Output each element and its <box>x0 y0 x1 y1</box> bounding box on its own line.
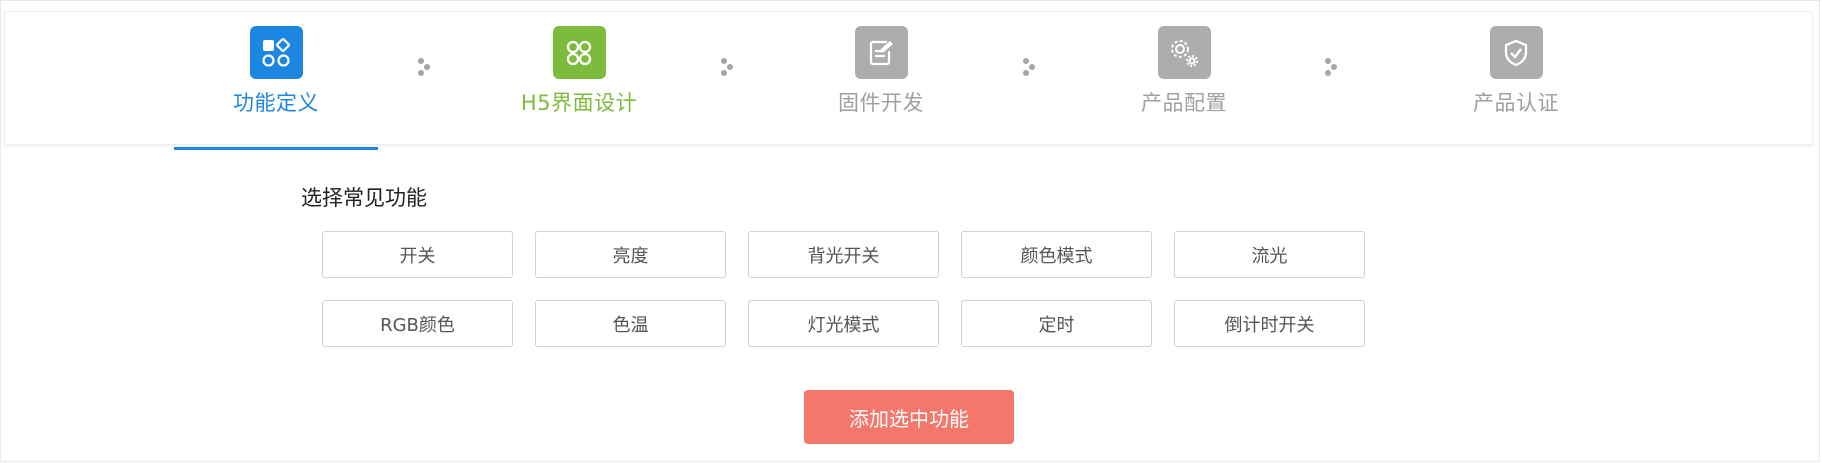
step-separator <box>1023 56 1037 78</box>
step-h5-ui-design[interactable]: H5界面设计 <box>479 26 679 136</box>
clover-icon <box>552 26 606 79</box>
page-frame: 功能定义 H5界面设计 固件开发 产品配置 产品认证 选择常见功能 开关 亮度 … <box>0 0 1820 462</box>
notepad-edit-icon <box>854 26 908 79</box>
step-function-definition[interactable]: 功能定义 <box>174 26 378 150</box>
feature-option[interactable]: 开关 <box>322 231 513 278</box>
feature-option[interactable]: 背光开关 <box>748 231 939 278</box>
feature-option[interactable]: 亮度 <box>535 231 726 278</box>
add-selected-features-button[interactable]: 添加选中功能 <box>804 390 1014 444</box>
step-separator <box>418 56 432 78</box>
step-firmware-development[interactable]: 固件开发 <box>781 26 981 136</box>
feature-option[interactable]: 流光 <box>1174 231 1365 278</box>
section-title: 选择常见功能 <box>301 186 427 210</box>
feature-option[interactable]: 灯光模式 <box>748 300 939 347</box>
step-label: 产品配置 <box>1141 91 1227 115</box>
shield-check-icon <box>1489 26 1543 79</box>
step-label: 产品认证 <box>1473 91 1559 115</box>
step-label: 功能定义 <box>233 91 319 115</box>
feature-option[interactable]: 倒计时开关 <box>1174 300 1365 347</box>
step-label: H5界面设计 <box>520 91 638 115</box>
gears-icon <box>1157 26 1211 79</box>
step-label: 固件开发 <box>838 91 924 115</box>
blocks-icon <box>249 26 303 79</box>
feature-option[interactable]: 颜色模式 <box>961 231 1152 278</box>
step-product-configuration[interactable]: 产品配置 <box>1084 26 1284 136</box>
step-product-certification[interactable]: 产品认证 <box>1416 26 1616 136</box>
active-step-underline <box>174 147 378 150</box>
feature-option[interactable]: 色温 <box>535 300 726 347</box>
step-separator <box>1325 56 1339 78</box>
step-separator <box>721 56 735 78</box>
step-progress-bar: 功能定义 H5界面设计 固件开发 产品配置 产品认证 <box>4 11 1813 150</box>
feature-option[interactable]: RGB颜色 <box>322 300 513 347</box>
feature-option[interactable]: 定时 <box>961 300 1152 347</box>
